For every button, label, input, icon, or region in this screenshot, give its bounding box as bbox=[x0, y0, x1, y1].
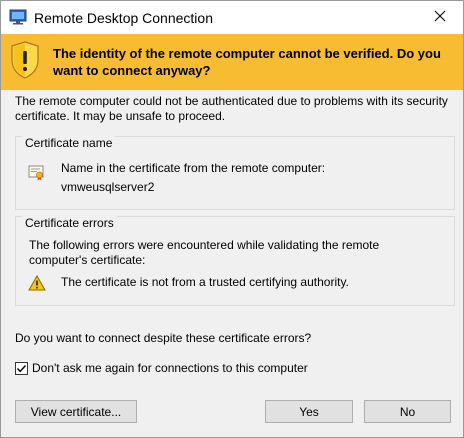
certificate-name-value: vmweusqlserver2 bbox=[61, 180, 155, 194]
warning-icon bbox=[28, 274, 46, 291]
dont-ask-again-checkbox[interactable] bbox=[15, 361, 28, 375]
warning-banner: The identity of the remote computer cann… bbox=[1, 34, 463, 90]
yes-button[interactable]: Yes bbox=[265, 400, 353, 423]
certificate-group-title: Certificate name bbox=[22, 136, 116, 150]
rdc-dialog: Remote Desktop Connection The identity o… bbox=[0, 0, 464, 438]
certificate-name-label: Name in the certificate from the remote … bbox=[61, 161, 326, 175]
banner-message: The identity of the remote computer cann… bbox=[53, 46, 441, 78]
errors-intro-text: The following errors were encountered wh… bbox=[29, 238, 380, 267]
no-button[interactable]: No bbox=[364, 400, 451, 423]
title-bar: Remote Desktop Connection bbox=[1, 1, 463, 34]
close-button[interactable] bbox=[417, 1, 463, 34]
checkmark-icon bbox=[16, 364, 27, 372]
dialog-body: The remote computer could not be authent… bbox=[1, 90, 463, 437]
certificate-errors-group: Certificate errors The following errors … bbox=[15, 216, 455, 306]
window-title: Remote Desktop Connection bbox=[34, 10, 213, 26]
intro-text: The remote computer could not be authent… bbox=[15, 94, 448, 123]
view-certificate-button[interactable]: View certificate... bbox=[15, 400, 137, 423]
remote-desktop-icon bbox=[9, 9, 27, 25]
shield-warning-icon bbox=[9, 40, 41, 80]
confirm-question: Do you want to connect despite these cer… bbox=[15, 331, 312, 345]
errors-group-title: Certificate errors bbox=[22, 216, 117, 230]
close-icon bbox=[434, 9, 446, 27]
error-item: The certificate is not from a trusted ce… bbox=[61, 275, 349, 289]
dont-ask-again-row[interactable]: Don't ask me again for connections to th… bbox=[15, 361, 308, 375]
dont-ask-again-label[interactable]: Don't ask me again for connections to th… bbox=[32, 361, 308, 375]
certificate-icon bbox=[28, 165, 46, 181]
certificate-name-group: Certificate name Name in the certificate… bbox=[15, 136, 455, 210]
